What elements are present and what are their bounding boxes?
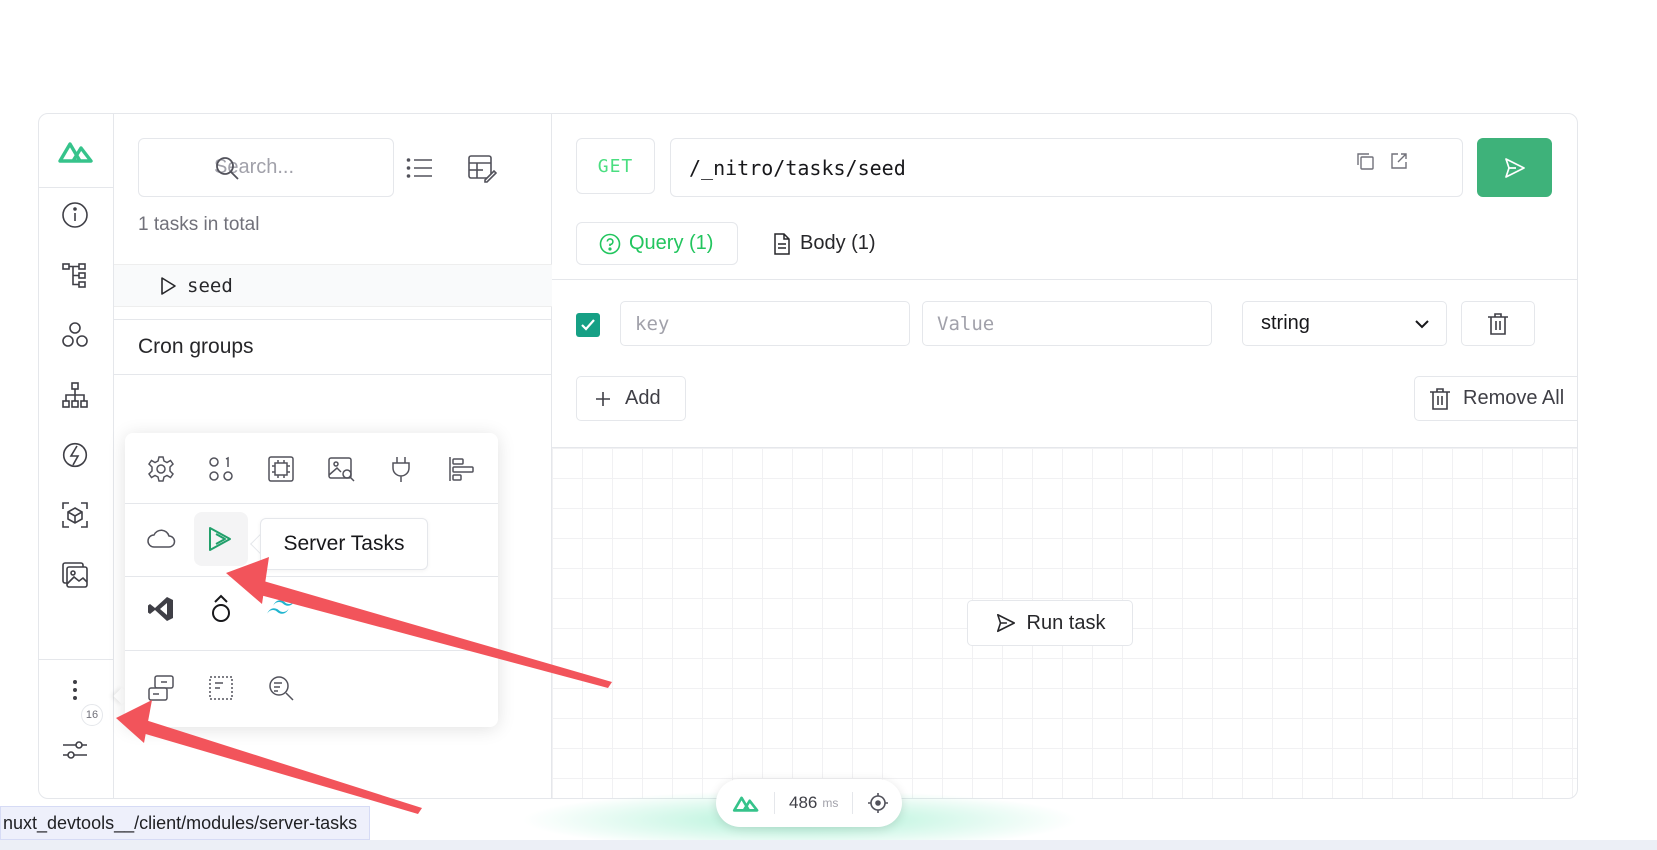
target-icon[interactable] bbox=[867, 792, 889, 814]
tab-body[interactable]: Body (1) bbox=[752, 222, 896, 265]
copy-icon[interactable] bbox=[1355, 151, 1375, 171]
url-field[interactable]: /_nitro/tasks/seed bbox=[670, 138, 1463, 197]
send-icon bbox=[995, 612, 1017, 634]
vscode-icon[interactable] bbox=[143, 591, 179, 627]
delete-param-button[interactable] bbox=[1461, 301, 1535, 346]
remove-all-button[interactable]: Remove All bbox=[1414, 376, 1577, 421]
images-icon[interactable] bbox=[323, 451, 359, 487]
nuxt-logo-icon[interactable] bbox=[732, 793, 760, 813]
composables-icon[interactable] bbox=[59, 319, 91, 351]
run-task-label: Run task bbox=[1026, 611, 1106, 634]
components-tree-icon[interactable] bbox=[59, 259, 91, 291]
list-view-button[interactable] bbox=[404, 152, 436, 184]
tabs-divider bbox=[552, 279, 1577, 280]
param-enabled-checkbox[interactable] bbox=[576, 313, 600, 337]
open-graph-icon[interactable] bbox=[203, 591, 239, 627]
document-icon bbox=[772, 232, 792, 255]
devtools-floating-bar[interactable]: 486 ms bbox=[716, 779, 902, 827]
remove-all-label: Remove All bbox=[1463, 387, 1565, 409]
status-url-bar: nuxt_devtools__/client/modules/server-ta… bbox=[0, 806, 371, 840]
vite-icon[interactable] bbox=[59, 439, 91, 471]
url-text: /_nitro/tasks/seed bbox=[689, 155, 906, 180]
search-icon bbox=[214, 155, 240, 181]
hooks-plug-icon[interactable] bbox=[383, 451, 419, 487]
server-tasks-tooltip: Server Tasks bbox=[260, 518, 428, 570]
more-count-badge: 16 bbox=[81, 704, 103, 726]
param-key-input[interactable]: key bbox=[620, 301, 910, 346]
popover-divider bbox=[125, 576, 498, 577]
task-item-seed[interactable]: seed bbox=[114, 264, 552, 307]
popover-divider bbox=[125, 650, 498, 651]
floatbar-divider bbox=[852, 792, 854, 814]
server-tasks-icon[interactable] bbox=[194, 512, 248, 566]
bottom-strip bbox=[0, 840, 1657, 850]
server-discovery-icon[interactable] bbox=[143, 670, 179, 706]
popover-divider bbox=[125, 503, 498, 504]
play-icon bbox=[159, 276, 177, 296]
tab-query-label: Query (1) bbox=[629, 232, 714, 254]
trash-icon bbox=[1487, 312, 1509, 336]
send-button[interactable] bbox=[1477, 138, 1552, 197]
side-nav: 16 bbox=[39, 114, 114, 798]
param-type-value: string bbox=[1261, 312, 1310, 334]
tailwind-icon[interactable] bbox=[263, 591, 299, 627]
param-value-input[interactable]: Value bbox=[922, 301, 1212, 346]
add-label: Add bbox=[625, 387, 661, 409]
pages-tree-icon[interactable] bbox=[59, 379, 91, 411]
search-inspect-icon[interactable] bbox=[263, 670, 299, 706]
table-edit-button[interactable] bbox=[466, 152, 498, 184]
virtual-files-icon[interactable] bbox=[203, 670, 239, 706]
render-time-unit: ms bbox=[822, 796, 839, 810]
runtime-config-icon[interactable] bbox=[143, 451, 179, 487]
floatbar-divider bbox=[774, 792, 775, 814]
question-circle-icon bbox=[599, 233, 621, 255]
render-time-value: 486 bbox=[789, 793, 818, 812]
add-param-button[interactable]: Add bbox=[576, 376, 686, 421]
run-task-button[interactable]: Run task bbox=[967, 600, 1133, 646]
inspect-cube-icon[interactable] bbox=[59, 499, 91, 531]
request-panel: GET /_nitro/tasks/seed Query (1) Body (1… bbox=[552, 114, 1577, 798]
payload-icon[interactable] bbox=[203, 451, 239, 487]
task-label: seed bbox=[187, 274, 233, 297]
search-input[interactable]: Search... bbox=[138, 138, 394, 197]
render-tree-icon[interactable] bbox=[263, 451, 299, 487]
cron-groups-heading: Cron groups bbox=[114, 319, 552, 375]
info-icon[interactable] bbox=[59, 199, 91, 231]
tasks-count: 1 tasks in total bbox=[138, 214, 260, 235]
param-type-select[interactable]: string bbox=[1242, 301, 1447, 346]
tab-query[interactable]: Query (1) bbox=[576, 222, 738, 265]
nav-divider bbox=[39, 659, 113, 660]
tab-body-label: Body (1) bbox=[800, 232, 876, 254]
assets-image-icon[interactable] bbox=[59, 559, 91, 591]
more-tabs-popover bbox=[125, 433, 498, 727]
http-method-badge[interactable]: GET bbox=[576, 138, 655, 194]
chevron-down-icon bbox=[1414, 319, 1430, 329]
cloud-icon[interactable] bbox=[143, 521, 179, 557]
nuxt-logo-icon[interactable] bbox=[39, 114, 113, 188]
more-vertical-icon[interactable] bbox=[59, 674, 91, 706]
open-external-icon[interactable] bbox=[1389, 151, 1409, 171]
timeline-icon[interactable] bbox=[443, 451, 479, 487]
trash-icon bbox=[1429, 387, 1451, 411]
settings-sliders-icon[interactable] bbox=[59, 734, 91, 766]
plus-icon bbox=[595, 391, 611, 407]
